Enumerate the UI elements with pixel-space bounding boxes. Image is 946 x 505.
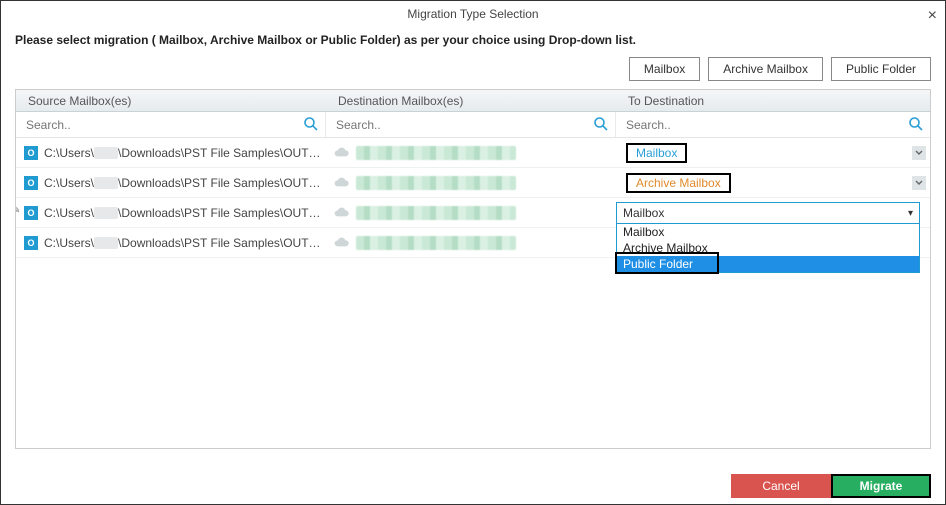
dialog-footer: Cancel Migrate bbox=[731, 474, 931, 498]
table-row: ✎ O C:\Users\ \Downloads\PST File Samples… bbox=[16, 198, 930, 228]
path-suffix: \Downloads\PST File Samples\OUTLOO... bbox=[118, 146, 326, 160]
source-search-input[interactable] bbox=[22, 116, 319, 134]
path-prefix: C:\Users\ bbox=[44, 236, 94, 250]
to-destination-value[interactable]: Mailbox bbox=[626, 143, 687, 163]
dialog-window: Migration Type Selection × Please select… bbox=[0, 0, 946, 505]
mailbox-grid: Source Mailbox(es) Destination Mailbox(e… bbox=[15, 89, 931, 449]
source-cell: O C:\Users\ \Downloads\PST File Samples\O… bbox=[16, 168, 326, 197]
search-icon[interactable] bbox=[908, 116, 924, 132]
redacted-segment bbox=[94, 177, 118, 189]
cloud-icon bbox=[334, 147, 350, 159]
chevron-down-icon[interactable] bbox=[912, 176, 926, 190]
destination-cell bbox=[326, 228, 616, 257]
destination-search-cell bbox=[326, 112, 616, 137]
instruction-text: Please select migration ( Mailbox, Archi… bbox=[1, 27, 945, 53]
to-destination-cell: Archive Mailbox bbox=[616, 168, 930, 197]
cloud-icon bbox=[334, 177, 350, 189]
path-suffix: \Downloads\PST File Samples\OUTLOO... bbox=[118, 206, 326, 220]
destination-cell bbox=[326, 198, 616, 227]
cancel-button[interactable]: Cancel bbox=[731, 474, 831, 498]
table-row: O C:\Users\ \Downloads\PST File Samples\O… bbox=[16, 228, 930, 258]
source-search-cell bbox=[16, 112, 326, 137]
chevron-down-icon[interactable] bbox=[912, 146, 926, 160]
to-destination-value[interactable]: Archive Mailbox bbox=[626, 173, 731, 193]
close-icon[interactable]: × bbox=[928, 3, 937, 29]
archive-mailbox-type-button[interactable]: Archive Mailbox bbox=[708, 57, 823, 81]
source-cell: O C:\Users\ \Downloads\PST File Samples\O… bbox=[16, 228, 326, 257]
public-folder-type-button[interactable]: Public Folder bbox=[831, 57, 931, 81]
to-destination-search-cell bbox=[616, 112, 930, 137]
to-destination-cell: Mailbox ▾ Mailbox Archive Mailbox Public… bbox=[616, 198, 930, 227]
redacted-segment bbox=[94, 207, 118, 219]
source-path: C:\Users\ \Downloads\PST File Samples\OUT… bbox=[44, 146, 326, 160]
dropdown-selected[interactable]: Mailbox ▾ bbox=[616, 202, 920, 224]
column-header-destination: Destination Mailbox(es) bbox=[326, 90, 616, 111]
to-destination-cell bbox=[616, 228, 930, 257]
grid-header: Source Mailbox(es) Destination Mailbox(e… bbox=[16, 90, 930, 112]
migrate-button[interactable]: Migrate bbox=[831, 474, 931, 498]
dropdown-option-public-folder[interactable]: Public Folder bbox=[617, 256, 919, 272]
destination-cell bbox=[326, 168, 616, 197]
table-row: O C:\Users\ \Downloads\PST File Samples\O… bbox=[16, 138, 930, 168]
source-path: C:\Users\ \Downloads\PST File Samples\OUT… bbox=[44, 176, 326, 190]
outlook-file-icon: O bbox=[24, 206, 38, 220]
path-suffix: \Downloads\PST File Samples\OUTLOO... bbox=[118, 236, 326, 250]
grid-body: O C:\Users\ \Downloads\PST File Samples\O… bbox=[16, 138, 930, 258]
path-prefix: C:\Users\ bbox=[44, 176, 94, 190]
chevron-down-icon: ▾ bbox=[908, 208, 913, 219]
table-row: O C:\Users\ \Downloads\PST File Samples\O… bbox=[16, 168, 930, 198]
edit-indicator-icon: ✎ bbox=[15, 205, 20, 216]
mailbox-type-button[interactable]: Mailbox bbox=[629, 57, 700, 81]
source-cell: O C:\Users\ \Downloads\PST File Samples\O… bbox=[16, 198, 326, 227]
to-destination-search-input[interactable] bbox=[622, 116, 924, 134]
title-bar: Migration Type Selection × bbox=[1, 1, 945, 27]
search-icon[interactable] bbox=[593, 116, 609, 132]
to-destination-cell: Mailbox bbox=[616, 138, 930, 167]
search-icon[interactable] bbox=[303, 116, 319, 132]
redacted-segment bbox=[94, 147, 118, 159]
redacted-destination bbox=[356, 206, 516, 220]
redacted-destination bbox=[356, 176, 516, 190]
destination-cell bbox=[326, 138, 616, 167]
search-row bbox=[16, 112, 930, 138]
cloud-icon bbox=[334, 237, 350, 249]
window-title: Migration Type Selection bbox=[407, 7, 538, 21]
path-suffix: \Downloads\PST File Samples\OUTLOO... bbox=[118, 176, 326, 190]
source-path: C:\Users\ \Downloads\PST File Samples\OUT… bbox=[44, 236, 326, 250]
source-path: C:\Users\ \Downloads\PST File Samples\OUT… bbox=[44, 206, 326, 220]
outlook-file-icon: O bbox=[24, 146, 38, 160]
source-cell: O C:\Users\ \Downloads\PST File Samples\O… bbox=[16, 138, 326, 167]
migration-type-buttons: Mailbox Archive Mailbox Public Folder bbox=[1, 53, 945, 89]
outlook-file-icon: O bbox=[24, 176, 38, 190]
column-header-source: Source Mailbox(es) bbox=[16, 90, 326, 111]
cloud-icon bbox=[334, 207, 350, 219]
destination-search-input[interactable] bbox=[332, 116, 609, 134]
redacted-destination bbox=[356, 146, 516, 160]
path-prefix: C:\Users\ bbox=[44, 206, 94, 220]
redacted-destination bbox=[356, 236, 516, 250]
dropdown-selected-label: Mailbox bbox=[623, 206, 664, 220]
outlook-file-icon: O bbox=[24, 236, 38, 250]
path-prefix: C:\Users\ bbox=[44, 146, 94, 160]
redacted-segment bbox=[94, 237, 118, 249]
column-header-to-destination: To Destination bbox=[616, 90, 930, 111]
